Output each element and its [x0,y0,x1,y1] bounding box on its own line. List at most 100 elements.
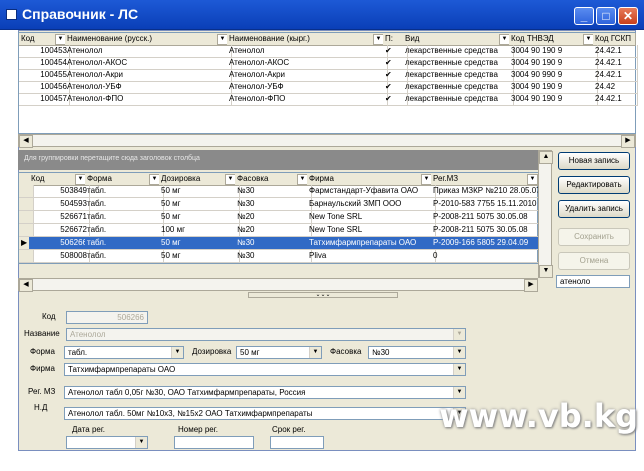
dose-select[interactable]: 50 мг ▼ [236,346,322,359]
chevron-down-icon[interactable]: ▼ [171,347,183,358]
search-input[interactable]: атеноло [556,275,630,288]
chevron-down-icon[interactable]: ▼ [309,347,321,358]
save-button[interactable]: Сохранить [558,228,630,246]
table-cell: 508008 [29,250,90,263]
edit-button[interactable]: Редактировать [558,176,630,194]
form-value: табл. [68,348,88,357]
table-cell: 526671 [29,211,90,224]
number-reg-field[interactable] [174,436,254,449]
reg-select[interactable]: Атенолол табл 0,05г №30, ОАО Татхимфармп… [64,386,466,399]
chevron-down-icon[interactable]: ▼ [453,347,465,358]
reg-value: Атенолол табл 0,05г №30, ОАО Татхимфармп… [68,388,306,397]
scroll-left-icon[interactable]: ◀ [19,279,33,292]
table-cell: табл. [85,211,164,224]
table-row[interactable]: 100456 Атенолол-УБФ Атенолол-УБФ ✔ лекарстве… [19,81,638,94]
table-cell: Барнаульский ЗМП ООО [307,198,436,211]
table-row[interactable]: 100457 Атенолол-ФПО Атенолол-ФПО ✔ лекарстве… [19,93,638,106]
minimize-button[interactable]: _ [574,7,594,25]
table-row[interactable]: 504593 табл. 50 мг №30 Барнаульский ЗМП ООО Р… [19,198,542,211]
table-cell: табл. [85,250,164,263]
table-cell: табл. [85,237,164,250]
close-button[interactable]: ✕ [618,7,638,25]
top-grid-rows: 100453 Атенолол Атенолол ✔ лекарственные сре… [19,45,638,117]
splitter-handle[interactable]: ⌄⌄⌄ [248,292,398,298]
chevron-down-icon[interactable]: ▼ [135,437,147,448]
top-grid: Код ▼ Наименование (русск.) ▼ Наименование (… [18,32,638,134]
table-row[interactable]: 526671 табл. 50 мг №20 New Tone SRL Р-2008-21… [19,211,542,224]
top-grid-hscrollbar[interactable]: ◀ ▶ [18,134,636,148]
table-cell: 504593 [29,198,90,211]
column-header-label: Фирма [309,174,334,183]
column-header-label: Код ГСКП [595,34,631,43]
table-cell: табл. [85,198,164,211]
scroll-right-icon[interactable]: ▶ [621,135,635,148]
column-header-label: П: [385,34,393,43]
top-grid-header: Код ▼ Наименование (русск.) ▼ Наименование (… [19,33,636,46]
chevron-down-icon[interactable]: ▼ [453,329,465,340]
table-cell: 506266 [29,237,90,250]
nd-label: Н.Д [34,403,48,412]
table-cell: New Tone SRL [307,211,436,224]
cancel-button[interactable]: Отмена [558,252,630,270]
column-header-label: Код ТНВЭД [511,34,554,43]
column-header-label: Вид [405,34,420,43]
window-title: Справочник - ЛС [22,6,139,22]
form-label: Форма [30,347,55,356]
table-row[interactable]: 508008 табл. 50 мг №30 Pliva 0 [19,250,542,263]
table-cell: табл. [85,185,164,198]
filter-dropdown-icon[interactable]: ▼ [527,174,538,185]
table-row[interactable]: 100453 Атенолол Атенолол ✔ лекарственные сре… [19,45,638,58]
delete-record-button[interactable]: Удалить запись [558,200,630,218]
maximize-button[interactable]: □ [596,7,616,25]
column-header-label: Фасовка [237,174,269,183]
date-reg-field[interactable]: ▼ [66,436,148,449]
scroll-right-icon[interactable]: ▶ [524,279,538,292]
table-cell: 50 мг [159,250,240,263]
column-header-label: Код [21,34,35,43]
firm-select[interactable]: Татхимфармпрепараты ОАО ▼ [64,363,466,376]
table-row[interactable]: 100455 Атенолол-Акри Атенолол-Акри ✔ лекарст… [19,69,638,82]
table-cell: Р-2008-211 5075 30.05.08 [431,224,542,237]
group-by-panel[interactable]: Для группировки перетащите сюда заголово… [18,150,538,170]
table-cell: №20 [235,224,312,237]
term-reg-field[interactable] [270,436,324,449]
scroll-left-icon[interactable]: ◀ [19,135,33,148]
table-row[interactable]: 503849 табл. 50 мг №30 Фармстандарт-Уфавита … [19,185,542,198]
nd-select[interactable]: Атенолол табл. 50мг №10х3, №15х2 ОАО Тат… [64,407,466,420]
firm-value: Татхимфармпрепараты ОАО [68,365,176,374]
table-row[interactable]: 100454 Атенолол-АКОС Атенолол-АКОС ✔ лекарст… [19,57,638,70]
number-reg-label: Номер рег. [178,425,218,434]
table-cell: 24.42.1 [593,93,638,106]
table-cell: табл. [85,224,164,237]
column-header-label: Код [31,174,45,183]
name-label: Название [24,329,60,338]
column-header-label: Наименование (русск.) [67,34,152,43]
table-cell: 50 мг [159,185,240,198]
reg-label: Рег. МЗ [28,387,56,396]
new-record-button[interactable]: Новая запись [558,152,630,170]
dose-label: Дозировка [192,347,232,356]
table-cell: №30 [235,237,312,250]
table-cell: Pliva [307,250,436,263]
table-cell: №30 [235,250,312,263]
code-field[interactable]: 506266 [66,311,148,324]
scroll-down-icon[interactable]: ▼ [539,265,553,278]
table-cell: Р-2010-583 7755 15.11.2010 [431,198,542,211]
table-cell: №30 [235,198,312,211]
table-cell: 50 мг [159,211,240,224]
bottom-grid-rows: 503849 табл. 50 мг №30 Фармстандарт-Уфавита … [19,185,542,263]
table-row[interactable]: 526672 табл. 100 мг №20 New Tone SRL Р-2008-2… [19,224,542,237]
table-cell: Атенолол-ФПО [227,93,388,106]
code-label: Код [42,312,56,321]
bottom-grid: Код ▼ Форма ▼ Дозировка ▼ Фасовка ▼ Фирма ▼ Рег.МЗ… [18,172,542,264]
scroll-up-icon[interactable]: ▲ [539,151,553,164]
bottom-grid-header: Код ▼ Форма ▼ Дозировка ▼ Фасовка ▼ Фирма ▼ Рег.МЗ… [19,173,540,186]
bottom-grid-vscrollbar[interactable]: ▲ ▼ [538,150,553,278]
pack-select[interactable]: №30 ▼ [368,346,466,359]
chevron-down-icon[interactable]: ▼ [453,364,465,375]
app-icon [6,9,17,20]
form-select[interactable]: табл. ▼ [64,346,184,359]
name-field[interactable]: Атенолол ▼ [66,328,466,341]
table-row[interactable]: ▶ 506266 табл. 50 мг №30 Татхимфармпрепараты … [19,237,542,250]
bottom-grid-hscrollbar[interactable]: ◀ ▶ [18,278,538,292]
